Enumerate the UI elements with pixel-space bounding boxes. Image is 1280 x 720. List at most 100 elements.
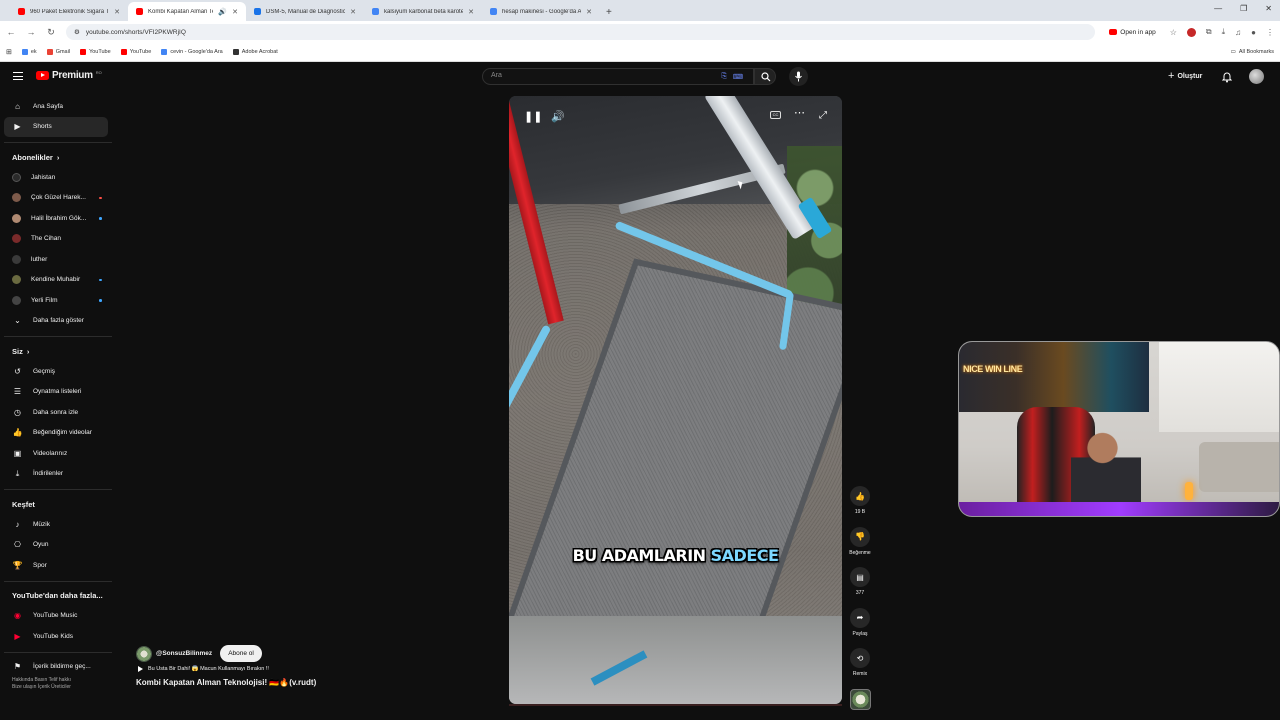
site-info-icon[interactable]: ⚙ bbox=[74, 28, 80, 36]
sidebar-item-liked-videos[interactable]: 👍 Beğendiğim videolar bbox=[4, 423, 116, 444]
you-heading[interactable]: Siz › bbox=[4, 341, 116, 361]
youtube-icon bbox=[80, 49, 87, 55]
youtube-premium-logo[interactable]: Premium RO bbox=[36, 70, 102, 81]
profile-avatar-icon[interactable]: ● bbox=[1251, 28, 1256, 37]
comment-action[interactable]: ▤ 377 bbox=[846, 567, 874, 608]
like-action[interactable]: 👍 19 B bbox=[846, 486, 874, 527]
shorts-video-player[interactable]: ❚❚ 🔊 CC ⋯ ⤢ BU ADAMLARIN SADECE bbox=[509, 96, 842, 704]
sidebar-item-playlists[interactable]: ☰ Oynatma listeleri bbox=[4, 382, 116, 403]
extension-icon[interactable] bbox=[1186, 27, 1196, 37]
sidebar-item-history[interactable]: ↺ Geçmiş bbox=[4, 361, 116, 382]
channel-avatar[interactable] bbox=[136, 645, 152, 662]
thumbs-up-icon[interactable]: 👍 bbox=[850, 486, 870, 506]
thumbs-down-icon[interactable]: 👎 bbox=[850, 526, 870, 547]
sidebar-item-show-more[interactable]: ⌄ Daha fazla göster bbox=[4, 311, 116, 332]
sidebar-item-subscription[interactable]: Kendine Muhabir bbox=[4, 270, 116, 291]
sidebar-item-youtube-kids[interactable]: ▶ YouTube Kids bbox=[4, 626, 116, 647]
sidebar-item-home[interactable]: ⌂ Ana Sayfa bbox=[4, 96, 116, 117]
extensions-icon[interactable]: ⧉ bbox=[1206, 27, 1212, 37]
media-control-icon[interactable]: ♫ bbox=[1235, 28, 1241, 37]
sidebar-item-report[interactable]: ⚑ İçerik bildirme geç... bbox=[4, 657, 116, 678]
channel-name[interactable]: @SonsuzBilinmez bbox=[156, 650, 212, 657]
browser-tab[interactable]: DSM-5, Manual de Diagnostic ✕ bbox=[246, 2, 364, 21]
all-bookmarks-button[interactable]: ▭ All Bookmarks bbox=[1231, 49, 1274, 55]
minimize-icon[interactable]: — bbox=[1214, 4, 1222, 13]
restore-icon[interactable]: ❐ bbox=[1240, 4, 1247, 13]
tab-close-icon[interactable]: ✕ bbox=[586, 8, 592, 16]
sidebar-item-subscription[interactable]: luther bbox=[4, 249, 116, 270]
search-input[interactable]: Ara ⎘ ⌨ bbox=[482, 68, 754, 85]
footer-links[interactable]: Hakkında Basın Telif hakkı bbox=[12, 677, 116, 684]
sidebar-item-youtube-music[interactable]: ◉ YouTube Music bbox=[4, 606, 116, 627]
forward-icon[interactable]: → bbox=[26, 27, 36, 37]
sidebar-item-subscription[interactable]: Çok Güzel Harek... bbox=[4, 188, 116, 209]
new-tab-button[interactable]: + bbox=[600, 7, 618, 21]
tab-label: 960 Paket Elektronik Sigara Tüm bbox=[30, 8, 110, 15]
browser-menu-icon[interactable]: ⋮ bbox=[1266, 28, 1274, 37]
footer-links[interactable]: Bize ulaşın İçerik Üreticiler bbox=[12, 684, 116, 691]
video-progress-bar[interactable] bbox=[509, 704, 842, 706]
share-icon[interactable]: ➦ bbox=[850, 607, 870, 628]
bookmark-item[interactable]: YouTube bbox=[120, 49, 151, 55]
bookmark-item[interactable]: Gmail bbox=[46, 49, 70, 55]
open-in-app-button[interactable]: Open in app bbox=[1105, 27, 1160, 37]
remix-action[interactable]: ⟲ Remix bbox=[846, 648, 874, 689]
comment-icon[interactable]: ▤ bbox=[850, 567, 870, 587]
sidebar-item-watch-later[interactable]: ◷ Daha sonra izle bbox=[4, 402, 116, 423]
sidebar-item-shorts[interactable]: ▶ Shorts bbox=[4, 116, 108, 137]
voice-search-button[interactable] bbox=[789, 67, 808, 86]
notifications-bell-icon[interactable] bbox=[1221, 70, 1233, 88]
share-action[interactable]: ➦ Paylaş bbox=[846, 607, 874, 649]
captions-button[interactable]: CC bbox=[770, 111, 781, 119]
keyboard-icon[interactable]: ⌨ bbox=[733, 73, 743, 81]
sound-thumbnail[interactable] bbox=[850, 688, 871, 710]
plus-icon: + bbox=[1168, 70, 1175, 82]
fullscreen-icon[interactable]: ⤢ bbox=[819, 110, 827, 121]
dislike-action[interactable]: 👎 Beğenme bbox=[846, 526, 874, 568]
search-button[interactable] bbox=[754, 68, 776, 85]
sidebar-item-downloads[interactable]: ⤓ İndirilenler bbox=[4, 464, 116, 485]
bookmark-star-icon[interactable]: ☆ bbox=[1170, 28, 1177, 37]
sidebar-item-subscription[interactable]: Halil İbrahim Gök... bbox=[4, 208, 116, 229]
sidebar-item-sports[interactable]: 🏆 Spor bbox=[4, 555, 116, 576]
back-icon[interactable]: ← bbox=[6, 27, 16, 37]
tab-close-icon[interactable]: ✕ bbox=[350, 8, 356, 16]
bookmark-item[interactable]: YouTube bbox=[80, 49, 111, 55]
sidebar-item-subscription[interactable]: The Cihan bbox=[4, 229, 116, 250]
browser-tab[interactable]: hesap makinesi - Google'da Ar ✕ bbox=[482, 2, 600, 21]
bookmark-item[interactable]: cevin - Google'da Ara bbox=[161, 49, 223, 55]
tab-close-icon[interactable]: ✕ bbox=[114, 8, 120, 16]
pause-icon[interactable]: ❚❚ bbox=[524, 110, 542, 123]
tab-audio-icon[interactable]: 🔊 bbox=[218, 8, 227, 16]
sidebar-item-subscription[interactable]: Jahistan bbox=[4, 167, 116, 188]
browser-tab-active[interactable]: Kombi Kapatan Alman Tek 🔊 ✕ bbox=[128, 2, 246, 21]
browser-tab[interactable]: 960 Paket Elektronik Sigara Tüm ✕ bbox=[10, 2, 128, 21]
sound-title: Bu Usta Bir Dahi! 😱 Macun Kullanmayı Bır… bbox=[148, 666, 269, 672]
tab-close-icon[interactable]: ✕ bbox=[232, 8, 238, 16]
sidebar-item-your-videos[interactable]: ▣ Videolarınız bbox=[4, 443, 116, 464]
url-bar[interactable]: ⚙ youtube.com/shorts/VFI2PKWRjIQ bbox=[66, 24, 1096, 40]
tab-close-icon[interactable]: ✕ bbox=[468, 8, 474, 16]
account-avatar[interactable] bbox=[1249, 69, 1264, 84]
subscribe-button[interactable]: Abone ol bbox=[220, 645, 262, 662]
subscriptions-heading[interactable]: Abonelikler › bbox=[4, 147, 116, 167]
download-icon[interactable]: ⤓ bbox=[1222, 27, 1226, 37]
translate-icon[interactable]: ⎘ bbox=[721, 73, 727, 81]
close-window-icon[interactable]: ✕ bbox=[1265, 4, 1272, 13]
volume-icon[interactable]: 🔊 bbox=[551, 110, 565, 123]
menu-hamburger-icon[interactable] bbox=[13, 72, 23, 80]
sidebar-item-subscription[interactable]: Yerli Film bbox=[4, 290, 116, 311]
video-title[interactable]: Kombi Kapatan Alman Teknolojisi! 🇩🇪🔥(v.r… bbox=[136, 678, 496, 687]
more-options-icon[interactable]: ⋯ bbox=[794, 106, 805, 119]
remix-icon[interactable]: ⟲ bbox=[850, 648, 870, 668]
bookmark-item[interactable]: ek bbox=[21, 49, 37, 55]
create-button[interactable]: + Oluştur bbox=[1168, 70, 1202, 82]
sound-row[interactable]: Bu Usta Bir Dahi! 😱 Macun Kullanmayı Bır… bbox=[136, 666, 496, 672]
url-text: youtube.com/shorts/VFI2PKWRjIQ bbox=[85, 28, 186, 36]
apps-grid-icon[interactable]: ⊞ bbox=[6, 48, 12, 56]
browser-tab[interactable]: kalsiyum karbonat beta karote ✕ bbox=[364, 2, 482, 21]
bookmark-item[interactable]: Adobe Acrobat bbox=[232, 49, 278, 55]
reload-icon[interactable]: ↻ bbox=[46, 27, 56, 38]
sidebar-item-music[interactable]: ♪ Müzik bbox=[4, 514, 116, 535]
sidebar-item-gaming[interactable]: ⎔ Oyun bbox=[4, 535, 116, 556]
